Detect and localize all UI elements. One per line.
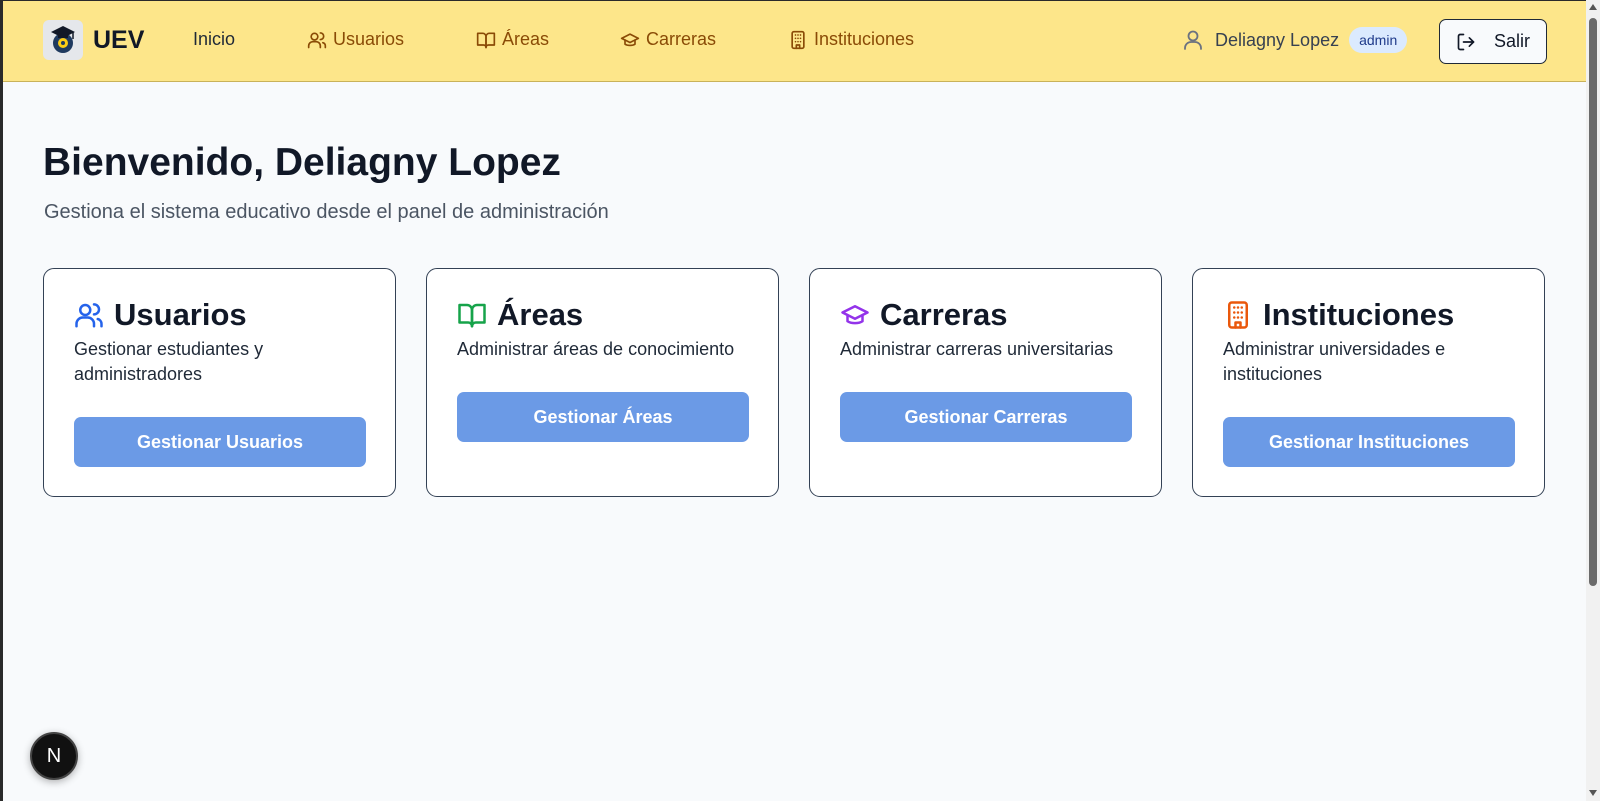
book-open-icon	[458, 303, 486, 328]
user-info: Deliagny Lopez admin	[1181, 27, 1408, 53]
brand[interactable]: UEV	[43, 20, 144, 60]
user-icon	[1184, 30, 1202, 50]
logo-icon	[43, 20, 83, 60]
card-description: Administrar áreas de conocimiento	[457, 339, 735, 359]
card-title: Áreas	[497, 297, 584, 332]
card-carreras: Carreras Administrar carreras universita…	[809, 268, 1162, 497]
log-out-icon	[1457, 33, 1475, 50]
card-description: Administrar carreras universitarias	[840, 339, 1114, 359]
page-subtitle: Gestiona el sistema educativo desde el p…	[44, 201, 609, 223]
nav-link-carreras[interactable]: Carreras	[620, 29, 716, 50]
card-description: Gestionar estudiantes y administradores	[74, 339, 264, 384]
graduation-cap-icon	[841, 305, 869, 325]
card-usuarios: Usuarios Gestionar estudiantes y adminis…	[43, 268, 396, 497]
building-icon	[1228, 301, 1248, 329]
building-icon	[791, 30, 805, 49]
nav-link-label: Carreras	[646, 29, 717, 49]
nav-link-label: Inicio	[193, 29, 236, 49]
role-badge: admin	[1349, 27, 1408, 53]
app-window: UEV Inicio Usuarios Áreas Carreras Insti…	[0, 0, 1586, 801]
nav-link-label: Instituciones	[814, 29, 915, 49]
card-header: Usuarios	[74, 297, 247, 333]
graduation-cap-icon	[620, 32, 640, 46]
book-open-icon	[476, 32, 496, 48]
scroll-up-icon[interactable]	[1589, 4, 1597, 10]
manage-institutions-button[interactable]: Gestionar Instituciones	[1223, 417, 1515, 467]
nav-link-label: Áreas	[502, 29, 550, 49]
nav-link-usuarios[interactable]: Usuarios	[307, 29, 404, 50]
users-icon	[307, 31, 327, 48]
scroll-down-icon[interactable]	[1589, 790, 1597, 796]
card-areas: Áreas Administrar áreas de conocimiento …	[426, 268, 779, 497]
card-title: Usuarios	[114, 297, 247, 332]
logout-button[interactable]: Salir	[1439, 19, 1547, 64]
manage-careers-button[interactable]: Gestionar Carreras	[840, 392, 1132, 442]
nav-link-label: Usuarios	[333, 29, 405, 49]
card-title: Carreras	[880, 297, 1008, 332]
scrollbar-thumb[interactable]	[1589, 18, 1597, 586]
nav-link-instituciones[interactable]: Instituciones	[788, 29, 914, 50]
brand-name: UEV	[93, 25, 145, 54]
nav-link-inicio[interactable]: Inicio	[193, 29, 235, 50]
dev-badge-label: N	[46, 744, 62, 767]
nextjs-dev-badge[interactable]: N	[30, 732, 78, 780]
users-icon	[75, 303, 103, 328]
card-header: Instituciones	[1223, 297, 1454, 333]
user-name: Deliagny Lopez	[1215, 29, 1340, 50]
card-description: Administrar universidades e institucione…	[1223, 339, 1446, 384]
card-title: Instituciones	[1263, 297, 1455, 332]
top-navbar: UEV Inicio Usuarios Áreas Carreras Insti…	[3, 1, 1586, 82]
card-header: Carreras	[840, 297, 1008, 333]
card-instituciones: Instituciones Administrar universidades …	[1192, 268, 1545, 497]
manage-areas-button[interactable]: Gestionar Áreas	[457, 392, 749, 442]
manage-users-button[interactable]: Gestionar Usuarios	[74, 417, 366, 467]
logout-label: Salir	[1493, 31, 1530, 51]
page-title: Bienvenido, Deliagny Lopez	[43, 141, 561, 184]
nav-link-areas[interactable]: Áreas	[476, 29, 549, 50]
vertical-scrollbar[interactable]	[1586, 0, 1600, 801]
card-header: Áreas	[457, 297, 583, 333]
